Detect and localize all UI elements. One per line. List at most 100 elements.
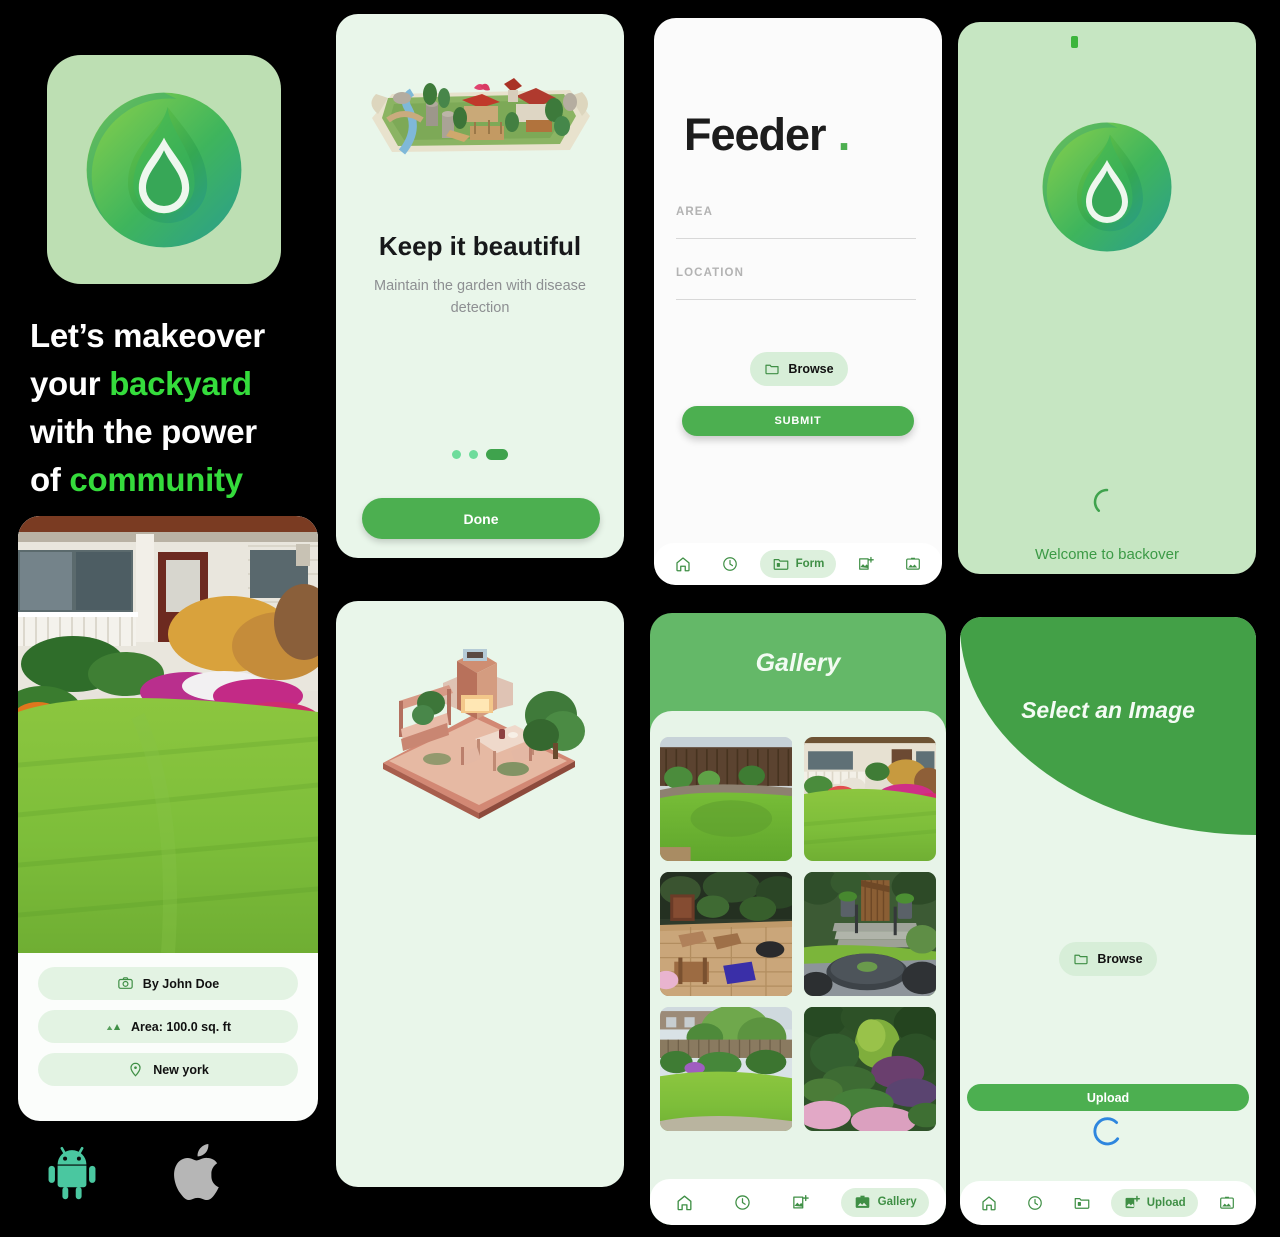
location-field-underline <box>676 299 916 300</box>
splash-logo <box>958 112 1256 262</box>
page-dot-3-active[interactable] <box>486 449 508 460</box>
area-mountains-icon <box>105 1018 122 1035</box>
project-meta-chips: By John Doe Area: 100.0 sq. ft New york <box>18 953 318 1086</box>
nav-add-image[interactable] <box>783 1188 818 1217</box>
home-icon <box>675 1193 694 1212</box>
nav-form[interactable] <box>1065 1189 1099 1217</box>
headline-line-3: with the power <box>30 412 257 450</box>
nav-history[interactable] <box>725 1188 760 1217</box>
gallery-image-2[interactable] <box>803 737 937 861</box>
nav-home[interactable] <box>667 1188 702 1217</box>
clock-icon <box>721 555 739 573</box>
splash-screen: Welcome to backover <box>958 22 1256 574</box>
nav-home[interactable] <box>972 1189 1006 1217</box>
done-button[interactable]: Done <box>362 498 600 539</box>
feeder-form-screen: Feeder . AREA LOCATION Browse SUBMIT For… <box>654 18 942 585</box>
page-dot-2[interactable] <box>469 450 478 459</box>
onboarding-subtitle: Maintain the garden with disease detecti… <box>374 278 586 316</box>
gallery-image-1[interactable] <box>660 737 793 861</box>
android-logo-icon <box>40 1140 104 1204</box>
nav-home[interactable] <box>666 550 700 578</box>
chip-area: Area: 100.0 sq. ft <box>38 1010 298 1043</box>
patio-illustration <box>336 643 624 819</box>
nav-history[interactable] <box>1018 1189 1052 1217</box>
store-badges <box>40 1139 232 1205</box>
browse-button-label: Browse <box>1097 952 1143 966</box>
location-field-label: LOCATION <box>676 267 744 279</box>
camera-icon <box>117 975 134 992</box>
select-image-header <box>960 617 1256 835</box>
headline-accent-backyard: backyard <box>109 364 252 402</box>
chip-location: New york <box>38 1053 298 1086</box>
select-image-title: Select an Image <box>1021 697 1195 723</box>
chip-location-label: New york <box>153 1062 209 1077</box>
browse-button[interactable]: Browse <box>750 352 848 386</box>
nav-gallery[interactable]: Gallery <box>840 1187 929 1217</box>
gallery-image-3[interactable] <box>660 872 793 996</box>
form-folder-icon <box>772 555 790 573</box>
isometric-village-garden-map <box>371 78 590 155</box>
clock-icon <box>1026 1194 1044 1212</box>
bottom-navigation-bar: Gallery <box>650 1179 946 1225</box>
loading-spinner-icon <box>1093 488 1109 512</box>
isometric-patio-fireplace-scene <box>383 649 585 819</box>
gallery-image-grid <box>660 737 936 1131</box>
hero-project-card: By John Doe Area: 100.0 sq. ft New york <box>18 516 318 1121</box>
headline-line-2a: your <box>30 364 110 402</box>
area-field[interactable]: AREA <box>676 206 916 239</box>
app-icon-tile <box>47 55 281 284</box>
location-field[interactable]: LOCATION <box>676 267 916 300</box>
chip-author-label: By John Doe <box>142 976 220 991</box>
onboarding-title: Keep it beautiful <box>378 231 582 261</box>
app-showcase-board: Let’s makeover your backyard with the po… <box>0 0 1280 1237</box>
nav-history[interactable] <box>713 550 747 578</box>
gallery-image-4[interactable] <box>803 872 937 996</box>
nav-gallery[interactable] <box>1210 1189 1244 1217</box>
gallery-icon <box>853 1193 872 1212</box>
gallery-screen: Gallery Gallery <box>650 613 946 1225</box>
onboarding-get-inspired-screen: Get inspired Check out designs that will… <box>336 601 624 1187</box>
submit-button[interactable]: SUBMIT <box>682 406 914 436</box>
chip-area-label: Area: 100.0 sq. ft <box>130 1019 232 1034</box>
area-field-label: AREA <box>676 206 713 218</box>
feeder-title-text: Feeder <box>684 109 827 160</box>
page-dot-1[interactable] <box>452 450 461 459</box>
nav-upload[interactable]: Upload <box>1110 1189 1198 1217</box>
add-image-icon <box>1123 1194 1141 1212</box>
home-icon <box>674 555 692 573</box>
folder-icon <box>1073 951 1089 967</box>
village-garden-illustration <box>336 64 624 168</box>
hero-column: Let’s makeover your backyard with the po… <box>0 0 336 1237</box>
onboarding-keep-it-beautiful-screen: Keep it beautiful Maintain the garden wi… <box>336 14 624 558</box>
backover-leaf-logo-icon <box>1032 112 1182 262</box>
headline-accent-community: community <box>69 460 243 498</box>
home-icon <box>980 1194 998 1212</box>
gallery-image-6[interactable] <box>803 1007 937 1131</box>
add-image-icon <box>857 555 875 573</box>
headline-line-4a: of <box>30 460 70 498</box>
page-indicator-dots[interactable] <box>336 449 624 460</box>
folder-icon <box>764 361 780 377</box>
add-image-icon <box>791 1193 810 1212</box>
gallery-title: Gallery <box>755 649 841 677</box>
nav-upload-label: Upload <box>1146 1197 1186 1209</box>
chip-author: By John Doe <box>38 967 298 1000</box>
status-notch-mark <box>1071 36 1078 48</box>
feeder-title: Feeder . <box>684 107 851 161</box>
feeder-title-accent-dot: . <box>837 108 851 160</box>
bottom-navigation-bar: Upload <box>960 1181 1256 1225</box>
clock-icon <box>733 1193 752 1212</box>
browse-button-label: Browse <box>788 362 834 376</box>
nav-form[interactable]: Form <box>759 550 837 578</box>
backover-leaf-logo-icon <box>74 80 254 260</box>
loading-spinner <box>958 487 1256 517</box>
gallery-icon <box>1218 1194 1236 1212</box>
browse-button[interactable]: Browse <box>1059 942 1157 976</box>
gallery-image-5[interactable] <box>660 1007 793 1131</box>
nav-add-image[interactable] <box>849 550 883 578</box>
loading-spinner <box>960 1114 1256 1150</box>
front-yard-lawn-photo <box>18 516 318 953</box>
headline-line-1: Let’s makeover <box>30 317 265 354</box>
upload-button[interactable]: Upload <box>967 1084 1249 1111</box>
nav-gallery[interactable] <box>896 550 930 578</box>
